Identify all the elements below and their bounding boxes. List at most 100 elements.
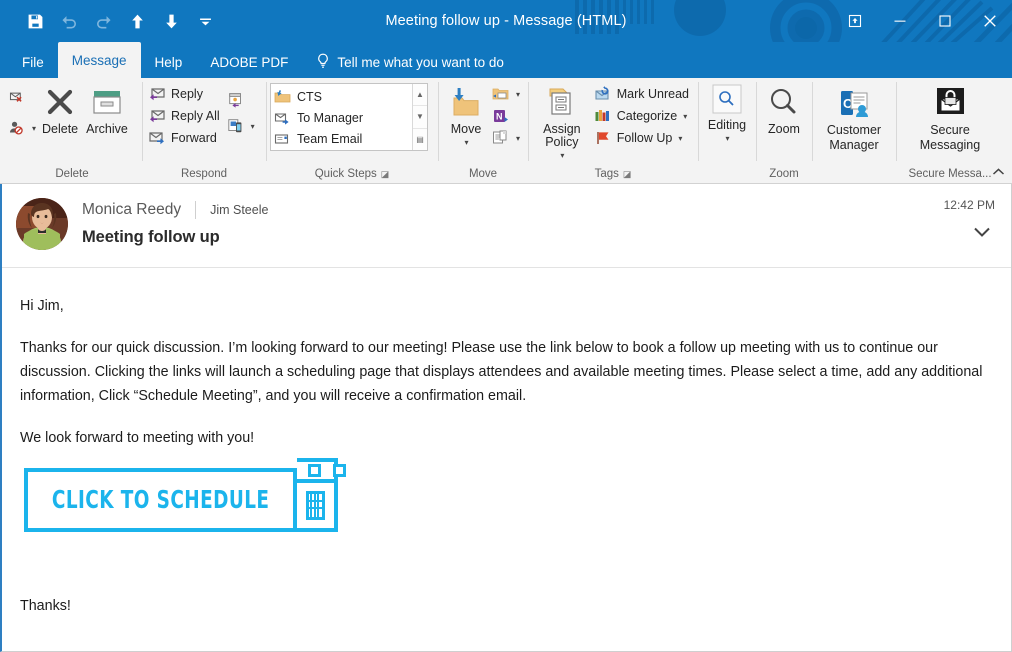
body-greeting: Hi Jim, bbox=[20, 298, 64, 314]
tab-help[interactable]: Help bbox=[141, 46, 197, 78]
next-item-icon[interactable] bbox=[154, 4, 188, 38]
tab-message[interactable]: Message bbox=[57, 42, 141, 78]
title-bar: Meeting follow up - Message (HTML) bbox=[0, 0, 1012, 42]
message-body: Hi Jim, Thanks for our quick discussion.… bbox=[2, 268, 1011, 651]
quick-steps-dialog-launcher-icon[interactable]: ◪ bbox=[381, 165, 390, 183]
categorize-button[interactable]: Categorize ▾ bbox=[592, 105, 694, 127]
assign-policy-button[interactable]: Assign Policy ▾ bbox=[532, 81, 592, 162]
move-caret-icon[interactable]: ▾ bbox=[464, 136, 468, 149]
ribbon-group-delete: ▾ Delete Archive Delete bbox=[2, 78, 142, 183]
calendar-ring-left bbox=[308, 464, 322, 477]
svg-text:N: N bbox=[496, 112, 503, 122]
customer-manager-button[interactable]: C Customer Manager bbox=[816, 81, 892, 153]
tags-dialog-launcher-icon[interactable]: ◪ bbox=[623, 165, 632, 183]
archive-button[interactable]: Archive bbox=[82, 81, 132, 136]
move-small-buttons: ▾ N ▾ bbox=[490, 81, 525, 149]
cta-label: CLICK TO SCHEDULE bbox=[51, 485, 270, 514]
secure-messaging-button[interactable]: Secure Messaging bbox=[900, 81, 1000, 153]
rules-caret-icon[interactable]: ▾ bbox=[516, 90, 520, 99]
quick-step-to-manager[interactable]: To Manager bbox=[274, 107, 412, 128]
forward-button[interactable]: Forward bbox=[146, 127, 225, 149]
quick-steps-list: CTS To Manager Team Email bbox=[271, 84, 412, 150]
actions-button[interactable]: ▾ bbox=[490, 127, 525, 149]
categorize-label: Categorize bbox=[616, 109, 678, 123]
avatar[interactable] bbox=[16, 198, 68, 250]
move-button[interactable]: Move ▾ bbox=[442, 81, 490, 149]
editing-caret-icon[interactable]: ▾ bbox=[725, 132, 729, 145]
rules-button[interactable]: ▾ bbox=[490, 83, 525, 105]
undo-icon[interactable] bbox=[52, 4, 86, 38]
quick-steps-scroll-up[interactable]: ▲ bbox=[413, 84, 427, 107]
ribbon-group-editing: Editing ▾ bbox=[698, 78, 756, 183]
mark-unread-icon bbox=[594, 85, 612, 103]
meeting-button[interactable] bbox=[225, 87, 260, 113]
quick-access-toolbar bbox=[0, 0, 222, 42]
more-respond-caret-icon[interactable]: ▾ bbox=[251, 122, 255, 131]
editing-magnifier-icon bbox=[710, 83, 744, 119]
click-to-schedule-button[interactable]: CLICK TO SCHEDULE bbox=[24, 458, 347, 532]
ribbon-group-customer-manager: C Customer Manager bbox=[812, 78, 896, 183]
message-timestamp: 12:42 PM bbox=[943, 198, 995, 212]
restore-down-icon[interactable] bbox=[832, 0, 877, 42]
categorize-caret-icon[interactable]: ▾ bbox=[683, 112, 687, 121]
group-label-zoom: Zoom bbox=[769, 168, 799, 180]
mark-unread-button[interactable]: Mark Unread bbox=[592, 83, 694, 105]
block-sender-button[interactable]: ▾ bbox=[6, 113, 38, 143]
quick-step-team-email[interactable]: Team Email bbox=[274, 128, 412, 149]
move-label: Move bbox=[450, 122, 482, 136]
recipient-name[interactable]: Jim Steele bbox=[210, 203, 268, 217]
previous-item-icon[interactable] bbox=[120, 4, 154, 38]
group-label-tags: Tags ◪ bbox=[532, 165, 694, 183]
follow-up-button[interactable]: Follow Up ▾ bbox=[592, 127, 694, 149]
maximize-icon[interactable] bbox=[922, 0, 967, 42]
reply-button[interactable]: Reply bbox=[146, 83, 225, 105]
block-sender-caret-icon[interactable]: ▾ bbox=[32, 124, 36, 133]
customer-manager-icon: C bbox=[838, 83, 870, 123]
assign-policy-caret-icon[interactable]: ▾ bbox=[560, 149, 564, 162]
mark-unread-label: Mark Unread bbox=[616, 87, 689, 101]
group-label-delete: Delete bbox=[55, 168, 89, 180]
delete-small-buttons: ▾ bbox=[6, 81, 38, 143]
follow-up-caret-icon[interactable]: ▾ bbox=[678, 134, 682, 143]
zoom-button[interactable]: Zoom bbox=[760, 81, 808, 136]
tell-me-search[interactable]: Tell me what you want to do bbox=[302, 46, 514, 78]
group-label-quick-steps: Quick Steps ◪ bbox=[270, 165, 434, 183]
quick-steps-scrollbar[interactable]: ▲ ▼ ▤ bbox=[412, 84, 427, 150]
window-controls bbox=[832, 0, 1012, 42]
onenote-button[interactable]: N bbox=[490, 105, 525, 127]
collapse-ribbon-icon[interactable] bbox=[988, 163, 1008, 181]
quick-steps-scroll-down[interactable]: ▼ bbox=[413, 106, 427, 129]
ignore-button[interactable] bbox=[6, 83, 38, 113]
editing-button[interactable]: Editing ▾ bbox=[702, 81, 752, 145]
body-paragraph-1: Thanks for our quick discussion. I’m loo… bbox=[20, 340, 983, 404]
quick-steps-more[interactable]: ▤ bbox=[413, 129, 427, 150]
calendar-cell bbox=[318, 502, 322, 510]
tab-file[interactable]: File bbox=[8, 46, 58, 78]
delete-button[interactable]: Delete bbox=[38, 81, 82, 136]
quick-steps-gallery[interactable]: CTS To Manager Team Email ▲ ▼ ▤ bbox=[270, 83, 428, 151]
chevron-down-icon[interactable] bbox=[973, 226, 991, 241]
minimize-icon[interactable] bbox=[877, 0, 922, 42]
forward-icon bbox=[148, 129, 166, 147]
customize-quick-access-toolbar-icon[interactable] bbox=[188, 4, 222, 38]
close-icon[interactable] bbox=[967, 0, 1012, 42]
reply-all-button[interactable]: Reply All bbox=[146, 105, 225, 127]
reply-all-icon bbox=[148, 107, 166, 125]
group-label-customer-manager bbox=[816, 165, 892, 183]
body-closing: Thanks! bbox=[20, 598, 71, 614]
message-pane: Monica Reedy Jim Steele Meeting follow u… bbox=[0, 184, 1012, 652]
delete-x-icon bbox=[43, 83, 77, 123]
save-icon[interactable] bbox=[18, 4, 52, 38]
quick-step-cts[interactable]: CTS bbox=[274, 86, 412, 107]
reply-label: Reply bbox=[171, 87, 203, 101]
redo-icon[interactable] bbox=[86, 4, 120, 38]
cta-text-box: CLICK TO SCHEDULE bbox=[24, 468, 298, 532]
more-respond-button[interactable]: ▾ bbox=[225, 113, 260, 139]
tab-adobe-pdf[interactable]: ADOBE PDF bbox=[196, 46, 302, 78]
onenote-icon: N bbox=[492, 107, 510, 125]
actions-caret-icon[interactable]: ▾ bbox=[516, 134, 520, 143]
ribbon-tabs: File Message Help ADOBE PDF Tell me what… bbox=[0, 42, 1012, 78]
sender-name[interactable]: Monica Reedy bbox=[82, 201, 181, 219]
quick-steps-label-text: Quick Steps bbox=[314, 168, 377, 180]
calendar-grid bbox=[306, 491, 325, 520]
